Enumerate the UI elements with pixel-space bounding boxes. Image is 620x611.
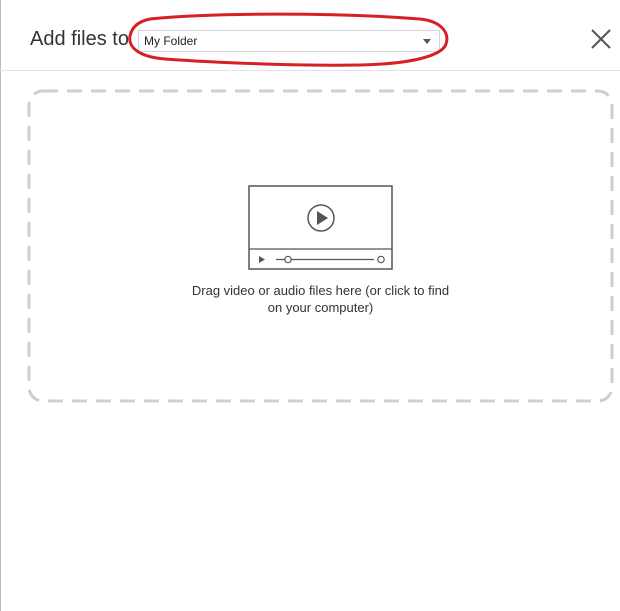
drop-instructions-line-2: on your computer) xyxy=(267,300,374,315)
drop-instructions-line-1: Drag video or audio files here (or click… xyxy=(191,283,450,298)
dialog-header: Add files to My Folder xyxy=(0,0,620,71)
folder-select[interactable]: My Folder xyxy=(138,30,440,52)
chevron-down-icon xyxy=(423,39,431,44)
drop-instructions: Drag video or audio files here (or click… xyxy=(27,282,614,316)
window-left-edge xyxy=(0,0,1,611)
file-drop-zone[interactable]: Drag video or audio files here (or click… xyxy=(27,89,614,403)
dialog-title: Add files to xyxy=(30,28,129,50)
video-player-icon xyxy=(248,185,393,270)
close-icon[interactable] xyxy=(589,27,613,51)
folder-select-value: My Folder xyxy=(144,34,198,48)
